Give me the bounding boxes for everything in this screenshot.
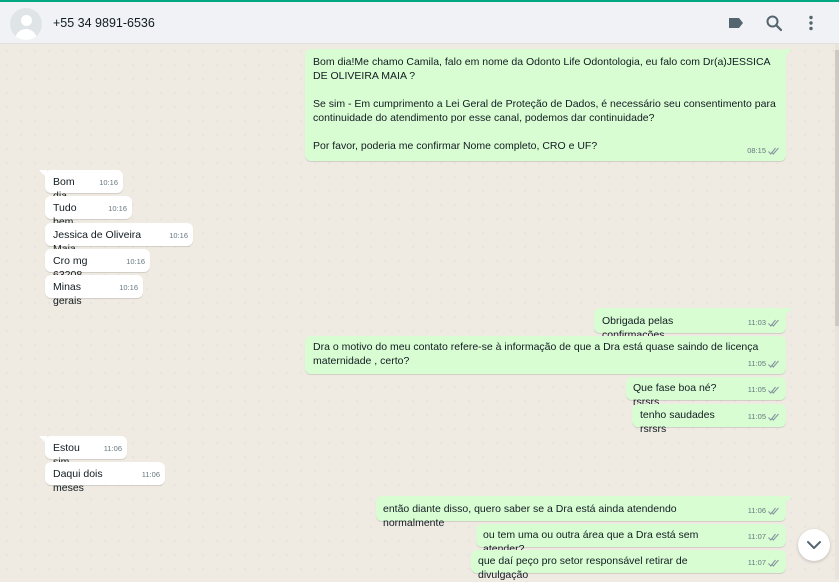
message-time: 11:06 <box>747 506 766 515</box>
double-check-icon <box>768 319 779 327</box>
message-time: 10:16 <box>169 231 188 240</box>
message-meta: 11:03 <box>748 316 780 330</box>
incoming-message[interactable]: Bom dia10:16 <box>39 170 123 202</box>
message-text: Dra o motivo do meu contato refere-se à … <box>313 341 762 367</box>
chevron-down-icon <box>807 541 821 549</box>
message-time: 10:16 <box>126 257 145 266</box>
message-text: Daqui dois meses <box>53 468 106 494</box>
incoming-message[interactable]: Jessica de Oliveira Maia10:16 <box>45 223 193 255</box>
message-meta: 11:05 <box>748 383 780 397</box>
message-meta: 11:07 <box>748 556 780 570</box>
bubble-tail <box>784 49 792 57</box>
outgoing-message[interactable]: Bom dia!Me chamo Camila, falo em nome da… <box>305 49 792 161</box>
message-time: 10:16 <box>119 283 138 292</box>
bubble-tail <box>39 436 47 444</box>
incoming-message[interactable]: Cro mg 6320810:16 <box>45 249 150 281</box>
double-check-icon <box>768 413 779 421</box>
message-meta: 11:06 <box>104 442 122 456</box>
message-time: 11:06 <box>103 444 122 453</box>
incoming-message[interactable]: Daqui dois meses 11:06 <box>45 462 165 494</box>
message-time: 10:16 <box>108 204 127 213</box>
message-text: Bom dia!Me chamo Camila, falo em nome da… <box>313 56 776 152</box>
outgoing-message[interactable]: Que fase boa né? rsrsrs 11:05 <box>626 377 786 408</box>
bubble-tail <box>784 496 792 504</box>
message-time: 11:05 <box>747 385 766 394</box>
outgoing-message[interactable]: que daí peço pro setor responsável retir… <box>471 550 786 581</box>
contact-name[interactable]: +55 34 9891-6536 <box>53 16 155 30</box>
incoming-message[interactable]: Minas gerais 10:16 <box>45 275 143 307</box>
message-meta: 10:16 <box>108 202 127 216</box>
scroll-down-button[interactable] <box>798 529 830 561</box>
double-check-icon <box>768 386 779 394</box>
message-meta: 10:16 <box>169 229 188 243</box>
message-meta: 10:16 <box>99 176 118 190</box>
bubble-tail <box>39 170 47 178</box>
message-text: que daí peço pro setor responsável retir… <box>478 555 691 581</box>
message-meta: 11:06 <box>748 504 780 518</box>
message-meta: 11:05 <box>748 410 780 424</box>
search-icon[interactable] <box>764 13 784 33</box>
message-time: 11:07 <box>747 558 766 567</box>
label-icon[interactable] <box>726 13 746 33</box>
message-text: Minas gerais <box>53 281 84 307</box>
chat-header[interactable]: +55 34 9891-6536 <box>0 2 839 44</box>
menu-icon[interactable] <box>801 13 821 33</box>
outgoing-message[interactable]: Obrigada pelas confirmações, 11:03 <box>594 308 792 341</box>
bubble-tail <box>784 308 792 316</box>
double-check-icon <box>768 360 779 368</box>
message-time: 10:16 <box>99 178 118 187</box>
message-time: 11:03 <box>747 318 766 327</box>
message-time: 11:05 <box>747 359 766 368</box>
outgoing-message[interactable]: então diante disso, quero saber se a Dra… <box>376 496 792 529</box>
message-meta: 11:06 <box>142 468 160 482</box>
outgoing-message[interactable]: tenho saudades rsrsrs 11:05 <box>632 404 786 435</box>
message-meta: 10:16 <box>126 255 145 269</box>
double-check-icon <box>768 533 779 541</box>
scrollbar-thumb[interactable] <box>835 50 839 326</box>
message-meta: 11:05 <box>748 357 780 371</box>
incoming-message[interactable]: Tudo bem 10:16 <box>45 196 132 228</box>
double-check-icon <box>768 559 779 567</box>
message-meta: 08:15 <box>747 144 780 158</box>
message-text: tenho saudades rsrsrs <box>640 409 718 435</box>
message-meta: 11:07 <box>748 530 780 544</box>
message-meta: 10:16 <box>119 281 138 295</box>
message-time: 11:05 <box>747 412 766 421</box>
incoming-message[interactable]: Estou sim11:06 <box>39 436 127 468</box>
message-time: 11:07 <box>747 532 766 541</box>
double-check-icon <box>768 507 779 515</box>
outgoing-message[interactable]: Dra o motivo do meu contato refere-se à … <box>305 336 786 374</box>
avatar[interactable] <box>10 8 42 40</box>
double-check-icon <box>768 147 779 155</box>
message-time: 11:06 <box>141 470 160 479</box>
message-time: 08:15 <box>747 146 766 155</box>
outgoing-message[interactable]: ou tem uma ou outra área que a Dra está … <box>476 524 786 555</box>
